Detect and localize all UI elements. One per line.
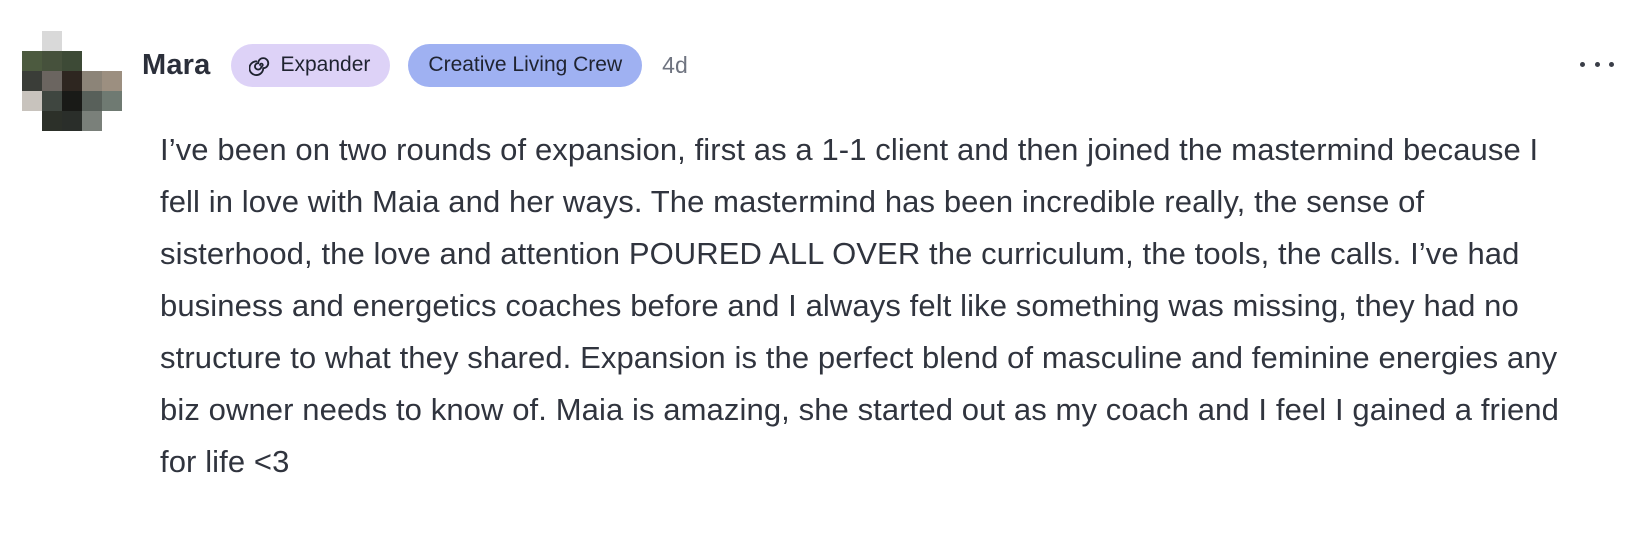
post-card: Mara Expander Creative Living Crew 4d I’… <box>0 0 1642 536</box>
more-options-button[interactable] <box>1580 50 1614 78</box>
post-timestamp[interactable]: 4d <box>662 52 688 79</box>
avatar-pixel <box>22 91 42 111</box>
avatar-pixel <box>102 91 122 111</box>
author-name[interactable]: Mara <box>142 49 211 82</box>
avatar-pixel <box>62 91 82 111</box>
avatar-pixel <box>22 31 42 51</box>
avatar-pixel <box>102 51 122 71</box>
avatar-pixel <box>22 51 42 71</box>
crew-badge[interactable]: Creative Living Crew <box>408 43 643 87</box>
avatar-pixel <box>102 111 122 131</box>
avatar-pixel <box>82 51 102 71</box>
expander-badge-label: Expander <box>280 53 371 76</box>
more-horizontal-icon-dot <box>1609 61 1614 67</box>
avatar-pixel <box>62 51 82 71</box>
post-header: Mara Expander Creative Living Crew 4d <box>142 43 688 87</box>
expander-badge[interactable]: Expander <box>230 43 391 87</box>
crew-badge-label: Creative Living Crew <box>428 53 623 76</box>
avatar-pixel <box>22 111 42 131</box>
avatar-pixel <box>62 31 82 51</box>
avatar-pixel <box>42 31 62 51</box>
avatar-pixel <box>22 71 42 91</box>
avatar-pixel <box>82 71 102 91</box>
avatar-pixel <box>62 71 82 91</box>
avatar-pixel <box>102 31 122 51</box>
avatar-pixel <box>42 91 62 111</box>
avatar-pixel <box>42 111 62 131</box>
more-horizontal-icon-dot <box>1594 61 1600 67</box>
avatar-pixel <box>82 111 102 131</box>
avatar-pixel <box>82 31 102 51</box>
avatar-pixel <box>62 111 82 131</box>
avatar-pixel <box>102 71 122 91</box>
post-body: I’ve been on two rounds of expansion, fi… <box>160 132 1559 479</box>
more-horizontal-icon <box>1580 61 1585 67</box>
avatar-pixel <box>42 51 62 71</box>
avatar-pixel <box>42 71 62 91</box>
avatar-pixel <box>82 91 102 111</box>
avatar[interactable] <box>22 31 122 131</box>
spiral-icon <box>248 57 269 76</box>
